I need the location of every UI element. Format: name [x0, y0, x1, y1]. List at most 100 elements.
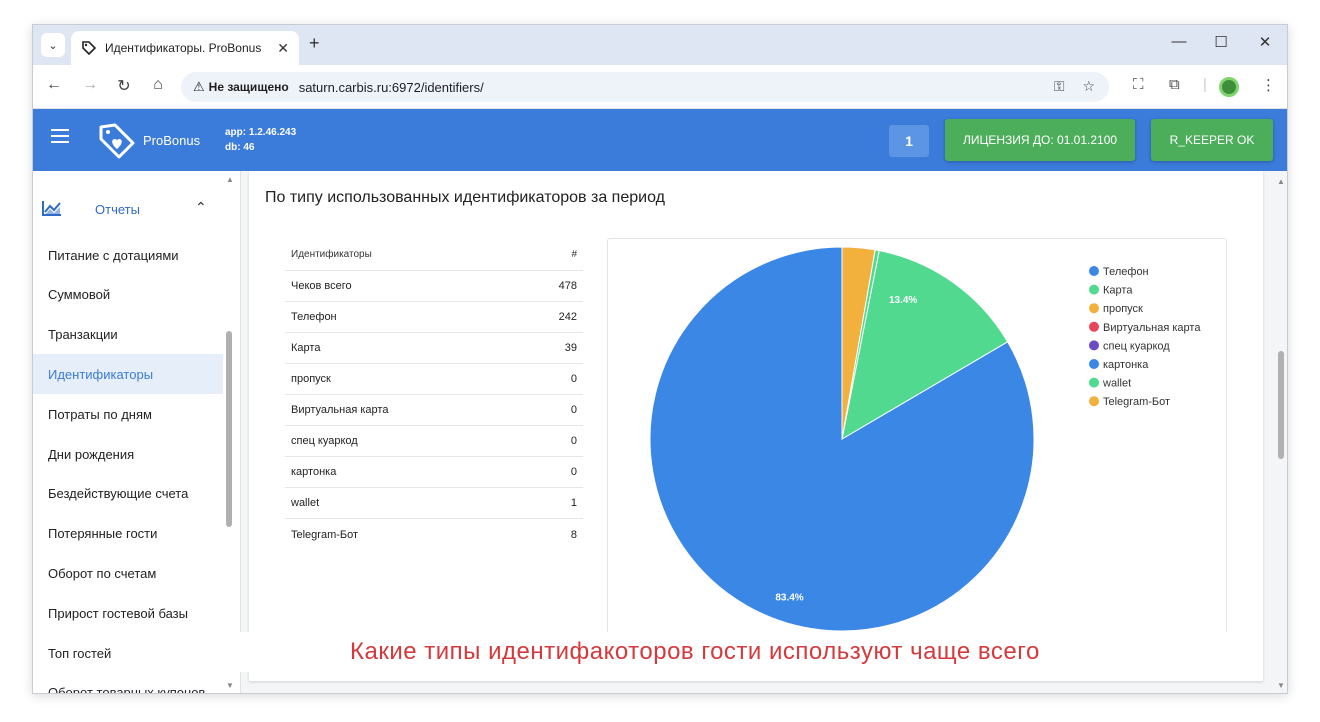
legend-item[interactable]: Телефон	[1089, 266, 1149, 278]
pie-slice-label: 13.4%	[889, 295, 917, 306]
sidebar-item[interactable]: Питание с дотациями	[33, 235, 223, 275]
legend-label: спец куаркод	[1103, 340, 1170, 352]
new-tab-button[interactable]: +	[309, 33, 320, 54]
notification-counter[interactable]: 1	[889, 125, 929, 157]
tab-title: Идентификаторы. ProBonus	[105, 41, 262, 55]
sidebar-group-reports[interactable]: Отчеты ⌃	[33, 191, 223, 227]
legend-swatch	[1089, 284, 1099, 295]
chevron-down-icon: ⌄	[48, 39, 58, 52]
report-card: По типу использованных идентификаторов з…	[249, 171, 1263, 681]
sidebar-group-label: Отчеты	[95, 202, 140, 217]
profile-avatar[interactable]	[1219, 77, 1239, 97]
key-icon[interactable]: ⚿	[1054, 78, 1065, 94]
table-row: wallet 1	[285, 488, 583, 519]
more-menu-icon[interactable]: ⋮	[1261, 76, 1276, 94]
row-name: Telegram-Бот	[291, 528, 359, 541]
warning-icon: ⚠	[193, 79, 205, 94]
screenshot-icon[interactable]: ⛶	[1133, 76, 1144, 93]
col-header-name: Идентификаторы	[291, 249, 372, 260]
hamburger-menu-icon[interactable]	[51, 129, 69, 143]
legend-item[interactable]: Карта	[1089, 284, 1133, 297]
row-count: 0	[570, 466, 577, 478]
sidebar-scrollbar[interactable]	[226, 331, 232, 527]
legend-label: Карта	[1103, 285, 1133, 297]
row-name: wallet	[291, 497, 320, 509]
sidebar-item[interactable]: Оборот товарных купонов	[33, 673, 223, 693]
app-version: app: 1.2.46.243	[225, 127, 297, 138]
row-name: картонка	[291, 466, 337, 478]
version-info: app: 1.2.46.243 db: 46	[225, 125, 296, 155]
sidebar-item[interactable]: Суммовой	[33, 275, 223, 315]
table-row: картонка 0	[285, 457, 583, 488]
chart-line-icon	[42, 201, 61, 216]
pie-slice-label: 83.4%	[775, 593, 803, 604]
brand-name: ProBonus	[143, 133, 201, 148]
tag-icon	[82, 41, 97, 56]
sidebar-item[interactable]: Бездействующие счета	[33, 474, 223, 514]
browser-tab[interactable]: Идентификаторы. ProBonus ✕	[71, 31, 299, 65]
insecure-label[interactable]: Не защищено	[209, 80, 289, 94]
col-header-count: #	[571, 249, 577, 260]
legend-swatch	[1089, 321, 1099, 332]
sidebar-item[interactable]: Потерянные гости	[33, 514, 223, 554]
sidebar-item[interactable]: Оборот по счетам	[33, 553, 223, 593]
sidebar-item[interactable]: Топ гостей	[33, 633, 223, 673]
report-title: По типу использованных идентификаторов з…	[265, 189, 665, 206]
forward-icon[interactable]: →	[79, 76, 101, 94]
url-text[interactable]: saturn.carbis.ru:6972/identifiers/	[299, 80, 484, 95]
legend-swatch	[1089, 377, 1099, 388]
scroll-down-arrow[interactable]: ▼	[226, 681, 234, 690]
legend-swatch	[1089, 396, 1099, 407]
legend-swatch	[1089, 266, 1099, 276]
bookmark-star-icon[interactable]: ☆	[1082, 78, 1095, 94]
row-count: 39	[564, 342, 577, 354]
legend-item[interactable]: картонка	[1089, 359, 1149, 371]
row-count: 1	[570, 497, 577, 509]
row-count: 0	[570, 435, 577, 447]
row-count: 8	[570, 528, 577, 541]
table-row: Telegram-Бот 8	[285, 519, 583, 550]
legend-item[interactable]: Telegram-Бот	[1089, 396, 1170, 408]
legend-item[interactable]: wallet	[1089, 377, 1131, 390]
legend-swatch	[1089, 359, 1099, 369]
legend-item[interactable]: пропуск	[1089, 303, 1143, 315]
browser-window: ⌄ Идентификаторы. ProBonus ✕ + — ☐ ✕ ← →…	[32, 24, 1288, 694]
db-version: db: 46	[225, 142, 255, 153]
row-name: Карта	[291, 342, 321, 354]
minimize-button[interactable]: —	[1167, 33, 1191, 50]
pie-chart: 83.4% 13.4% Телефон Карта пропуск Виртуальная…	[649, 246, 1201, 632]
tab-close-icon[interactable]: ✕	[277, 40, 289, 57]
chevron-up-icon[interactable]: ⌃	[195, 199, 207, 216]
row-count: 242	[558, 311, 577, 323]
row-count: 0	[570, 404, 577, 416]
legend-item[interactable]: спец куаркод	[1089, 340, 1170, 352]
license-button[interactable]: ЛИЦЕНЗИЯ ДО: 01.01.2100	[945, 119, 1135, 161]
identifiers-table: Идентификаторы # Чеков всего 478 Телефон 24…	[285, 239, 583, 550]
rkeeper-status-button[interactable]: R_KEEPER OK	[1151, 119, 1273, 161]
main-scroll-up-arrow[interactable]: ▲	[1277, 177, 1285, 186]
table-header: Идентификаторы #	[285, 239, 583, 271]
home-icon[interactable]: ⌂	[147, 76, 169, 94]
main-scroll-down-arrow[interactable]: ▼	[1277, 681, 1285, 690]
legend-label: Телефон	[1103, 266, 1149, 278]
main-scrollbar[interactable]	[1278, 351, 1284, 459]
tab-search-button[interactable]: ⌄	[41, 33, 65, 57]
legend-label: Telegram-Бот	[1103, 396, 1170, 408]
table-row: спец куаркод 0	[285, 426, 583, 457]
back-icon[interactable]: ←	[43, 76, 65, 94]
legend-item[interactable]: Виртуальная карта	[1089, 321, 1201, 334]
close-window-button[interactable]: ✕	[1253, 33, 1277, 51]
caption-text: Какие типы идентифакоторов гости использ…	[350, 638, 1040, 665]
legend-label: пропуск	[1103, 303, 1143, 315]
reload-icon[interactable]: ↻	[113, 76, 135, 96]
sidebar-item[interactable]: Идентификаторы	[33, 354, 223, 395]
probonus-logo-icon	[99, 123, 135, 159]
url-omnibox[interactable]: ⚠ Не защищено saturn.carbis.ru:6972/iden…	[181, 72, 1109, 102]
scroll-up-arrow[interactable]: ▲	[226, 175, 234, 184]
maximize-button[interactable]: ☐	[1209, 33, 1233, 51]
extensions-icon[interactable]: ⧉	[1169, 76, 1180, 93]
sidebar-item[interactable]: Прирост гостевой базы	[33, 593, 223, 633]
sidebar-item[interactable]: Дни рождения	[33, 434, 223, 474]
sidebar-item[interactable]: Транзакции	[33, 315, 223, 355]
sidebar-item[interactable]: Потраты по дням	[33, 394, 223, 434]
